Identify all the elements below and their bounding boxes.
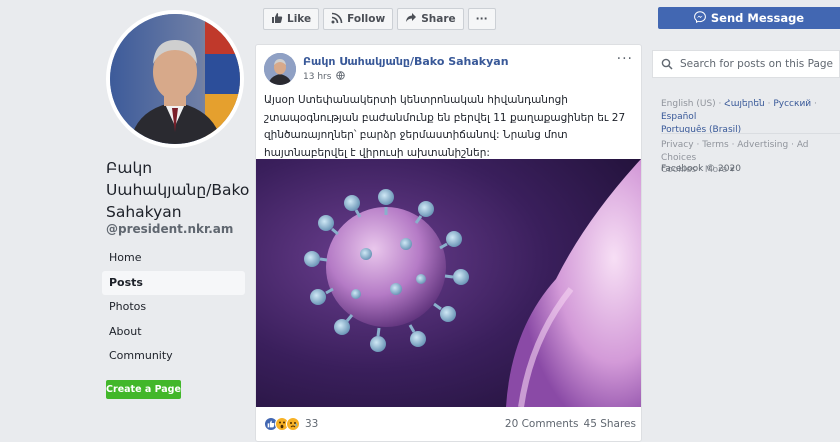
person-thumbnail-image	[264, 53, 296, 85]
footer-link-terms[interactable]: Terms	[702, 140, 729, 150]
post-options-button[interactable]: ···	[617, 51, 633, 67]
post-photo-coronavirus[interactable]	[256, 159, 641, 407]
coronavirus-illustration-image	[256, 159, 641, 407]
footer-link-advertising[interactable]: Advertising	[737, 140, 788, 150]
globe-icon	[336, 71, 346, 83]
reaction-summary[interactable]: 33	[264, 417, 318, 431]
footer-link-privacy[interactable]: Privacy	[661, 140, 694, 150]
nav-item-about[interactable]: About	[102, 320, 245, 345]
share-button[interactable]: Share	[397, 8, 464, 30]
copyright-text: Facebook © 2020	[661, 164, 741, 174]
post-footer: 33 20 Comments 45 Shares	[264, 415, 636, 433]
search-posts-input[interactable]	[680, 58, 839, 70]
nav-item-posts[interactable]: Posts	[102, 270, 245, 295]
right-info-panel: English (US) · Հայերեն · Русский · Españ…	[652, 87, 840, 442]
reaction-count[interactable]: 33	[305, 418, 318, 430]
follow-button[interactable]: Follow	[323, 8, 394, 30]
post-timestamp[interactable]: 13 hrs	[303, 72, 331, 82]
nav-item-photos[interactable]: Photos	[102, 295, 245, 320]
post-card: Բակո Սահակյանը/Bako Sahakyan 13 hrs ··· …	[255, 44, 642, 442]
post-meta: 13 hrs	[303, 71, 346, 83]
like-label: Like	[287, 13, 312, 25]
post-body-text: Այսօր Ստեփանակերտի կենտրոնական հիվանդանո…	[264, 94, 626, 159]
divider	[661, 133, 840, 134]
like-button[interactable]: Like	[263, 8, 320, 30]
send-message-label: Send Message	[710, 11, 805, 25]
page-username[interactable]: @president.nkr.am	[106, 222, 233, 236]
person-portrait-image	[110, 14, 240, 144]
language-selector: English (US) · Հայերեն · Русский · Españ…	[661, 99, 817, 135]
page-action-bar: Like Follow Share ···	[263, 8, 496, 30]
page-search-box	[652, 50, 840, 78]
left-column: Բակո Սահակյանը/Bako Sahakyan @president.…	[0, 0, 255, 442]
post-stats: 20 Comments 45 Shares	[505, 418, 636, 430]
send-message-button[interactable]: Send Message	[658, 7, 840, 29]
thumbs-up-icon	[271, 12, 283, 27]
sad-reaction-icon	[286, 417, 300, 431]
rss-follow-icon	[331, 12, 343, 27]
language-spanish[interactable]: Español	[661, 112, 696, 122]
messenger-icon	[693, 10, 706, 26]
nav-item-home[interactable]: Home	[102, 246, 245, 271]
page-title[interactable]: Բակո Սահակյանը/Bako Sahakyan	[106, 157, 249, 223]
page-nav: Home Posts Photos About Community	[102, 246, 245, 369]
shares-count-link[interactable]: 45 Shares	[584, 418, 636, 430]
nav-item-community[interactable]: Community	[102, 344, 245, 369]
search-icon	[661, 55, 673, 74]
profile-picture[interactable]	[106, 10, 244, 148]
create-page-button[interactable]: Create a Page	[106, 380, 181, 399]
follow-label: Follow	[347, 13, 386, 25]
more-options-button[interactable]: ···	[467, 8, 496, 30]
language-russian[interactable]: Русский	[773, 99, 811, 109]
share-arrow-icon	[405, 12, 417, 27]
post-author-avatar[interactable]	[264, 53, 296, 85]
language-armenian[interactable]: Հայերեն	[724, 99, 764, 109]
post-author-name[interactable]: Բակո Սահակյանը/Bako Sahakyan	[303, 55, 509, 68]
language-current: English (US)	[661, 99, 716, 109]
share-label: Share	[421, 13, 456, 25]
more-dots-icon: ···	[475, 13, 488, 25]
comments-count-link[interactable]: 20 Comments	[505, 418, 579, 430]
